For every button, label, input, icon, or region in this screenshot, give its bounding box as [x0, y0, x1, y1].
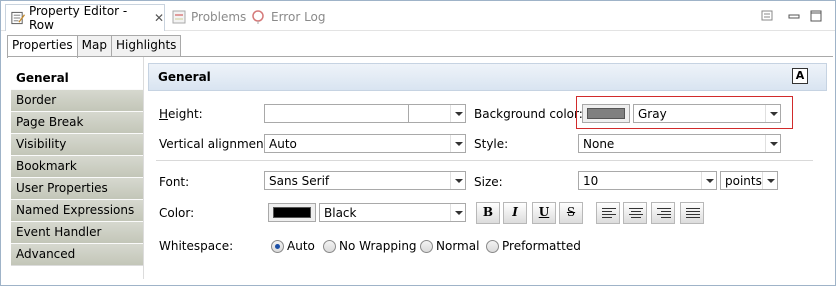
minimize-icon[interactable] — [787, 9, 801, 23]
whitespace-no-wrapping-label[interactable]: No Wrapping — [339, 239, 417, 253]
color-button[interactable] — [268, 203, 316, 222]
tab-property-editor-label: Property Editor - Row — [28, 4, 128, 32]
background-color-select[interactable]: Gray — [633, 104, 781, 123]
chevron-down-icon[interactable] — [765, 105, 780, 122]
chevron-down-icon[interactable] — [762, 172, 777, 189]
category-advanced[interactable]: Advanced — [11, 244, 143, 266]
font-label: Font: — [159, 175, 190, 189]
italic-button[interactable]: I — [503, 202, 527, 224]
align-right-button[interactable] — [651, 202, 675, 224]
view-menu-icon[interactable] — [761, 9, 775, 23]
background-color-value: Gray — [638, 107, 667, 121]
vertical-alignment-select[interactable]: Auto — [264, 134, 466, 153]
whitespace-no-wrapping-radio[interactable] — [323, 240, 336, 253]
tab-problems[interactable]: Problems — [171, 5, 246, 29]
color-select[interactable]: Black — [319, 203, 466, 222]
background-color-label: Background color: — [474, 107, 583, 121]
close-icon[interactable]: ✕ — [154, 11, 164, 25]
height-input[interactable] — [264, 104, 409, 123]
style-label: Style: — [474, 137, 509, 151]
category-bookmark[interactable]: Bookmark — [11, 156, 143, 178]
style-value: None — [583, 137, 615, 151]
strikethrough-button[interactable]: S — [559, 202, 583, 224]
align-center-button[interactable] — [623, 202, 647, 224]
tab-problems-label: Problems — [191, 10, 247, 24]
whitespace-preformatted-label[interactable]: Preformatted — [502, 239, 581, 253]
background-color-button[interactable] — [582, 104, 630, 123]
tab-property-editor[interactable]: Property Editor - Row ✕ — [5, 4, 165, 32]
category-user-properties[interactable]: User Properties — [11, 178, 143, 200]
tab-map[interactable]: Map — [76, 35, 112, 57]
background-color-swatch — [587, 108, 625, 119]
chevron-down-icon[interactable] — [450, 105, 465, 122]
whitespace-auto-label[interactable]: Auto — [287, 239, 315, 253]
property-editor-icon — [11, 11, 25, 25]
size-label: Size: — [474, 175, 503, 189]
sub-tab-bar: Properties Map Highlights — [7, 35, 182, 58]
category-border[interactable]: Border — [11, 90, 143, 112]
error-log-icon — [252, 10, 264, 24]
style-select[interactable]: None — [578, 134, 781, 153]
color-label: Color: — [159, 206, 195, 220]
category-event-handler[interactable]: Event Handler — [11, 222, 143, 244]
category-list: General Border Page Break Visibility Boo… — [11, 68, 143, 266]
whitespace-label: Whitespace: — [159, 239, 234, 253]
divider — [7, 56, 833, 57]
view-tab-bar: Property Editor - Row ✕ Problems Error L… — [1, 1, 835, 32]
font-value: Sans Serif — [269, 174, 330, 188]
reset-font-icon[interactable]: A — [792, 68, 808, 84]
category-visibility[interactable]: Visibility — [11, 134, 143, 156]
size-value: 10 — [583, 174, 599, 188]
chevron-down-icon[interactable] — [701, 172, 716, 189]
chevron-down-icon[interactable] — [450, 172, 465, 189]
tab-error-log-label: Error Log — [271, 10, 326, 24]
color-swatch — [273, 207, 311, 218]
size-select[interactable]: 10 — [578, 171, 717, 190]
tab-error-log[interactable]: Error Log — [251, 5, 326, 29]
whitespace-auto-radio[interactable] — [271, 240, 284, 253]
height-unit-select[interactable] — [408, 104, 466, 123]
color-value: Black — [324, 206, 357, 220]
category-list-empty-area — [11, 265, 143, 277]
category-named-expressions[interactable]: Named Expressions — [11, 200, 143, 222]
category-page-break[interactable]: Page Break — [11, 112, 143, 134]
tab-properties[interactable]: Properties — [7, 35, 78, 58]
size-unit-value: points — [725, 174, 762, 188]
chevron-down-icon[interactable] — [450, 204, 465, 221]
font-select[interactable]: Sans Serif — [264, 171, 466, 190]
whitespace-normal-label[interactable]: Normal — [436, 239, 479, 253]
vertical-alignment-value: Auto — [269, 137, 297, 151]
height-label: Height: — [159, 107, 203, 121]
align-left-button[interactable] — [596, 202, 620, 224]
chevron-down-icon[interactable] — [450, 135, 465, 152]
maximize-icon[interactable] — [809, 9, 823, 23]
whitespace-preformatted-radio[interactable] — [486, 240, 499, 253]
problems-icon — [172, 10, 186, 24]
underline-button[interactable]: U — [532, 202, 556, 224]
section-title: General — [158, 70, 211, 84]
whitespace-normal-radio[interactable] — [420, 240, 433, 253]
category-general[interactable]: General — [11, 68, 143, 90]
justify-button[interactable] — [680, 202, 704, 224]
chevron-down-icon[interactable] — [765, 135, 780, 152]
bold-button[interactable]: B — [476, 202, 500, 224]
tab-highlights[interactable]: Highlights — [110, 35, 182, 57]
section-header: General A — [148, 63, 827, 91]
divider — [156, 160, 813, 161]
divider — [143, 57, 144, 279]
size-unit-select[interactable]: points — [720, 171, 778, 190]
vertical-alignment-label: Vertical alignment: — [159, 137, 273, 151]
property-editor-view: Property Editor - Row ✕ Problems Error L… — [0, 0, 836, 286]
